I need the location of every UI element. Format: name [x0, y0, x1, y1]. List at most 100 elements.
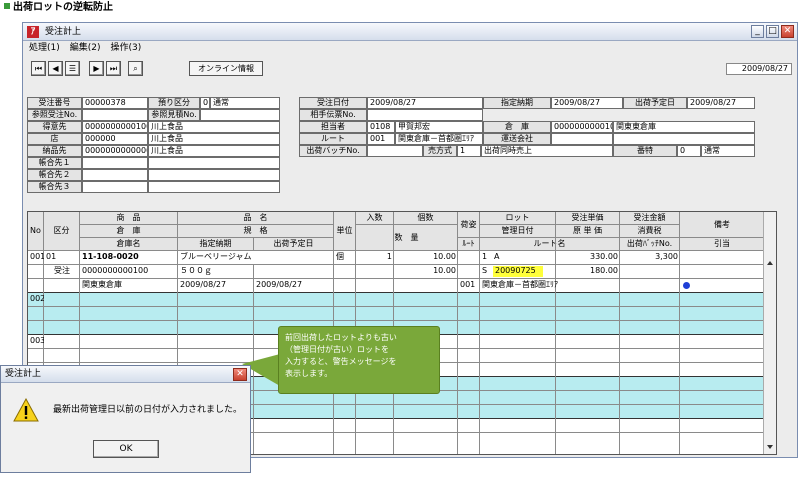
- carrier-label: 運送会社: [483, 133, 551, 145]
- warehouse-name-cell: 関東東倉庫: [82, 280, 122, 289]
- allocation-indicator-icon[interactable]: [683, 282, 690, 289]
- staff-name: 甲賀邦宏: [395, 121, 483, 133]
- irisu-cell[interactable]: 1: [356, 251, 394, 264]
- maximize-button[interactable]: □: [766, 25, 779, 38]
- batch-field[interactable]: [367, 145, 423, 157]
- customer-name: 川上食品: [148, 121, 280, 133]
- menu-bar: 処理(1) 編集(2) 操作(3): [23, 41, 797, 56]
- col-route-name: ルート名: [480, 238, 620, 251]
- unit-price-cell[interactable]: 330.00: [556, 251, 620, 264]
- product-code-cell[interactable]: 11-108-0020: [80, 251, 178, 264]
- delivery-label: 納品先: [27, 145, 82, 157]
- ledger2-name: [148, 169, 280, 181]
- menu-operation[interactable]: 操作(3): [111, 41, 142, 56]
- warehouse-label: 倉 庫: [483, 121, 551, 133]
- list-icon[interactable]: ☰: [65, 61, 80, 76]
- item-name-cell: ブルーベリージャム: [180, 252, 252, 261]
- last-icon[interactable]: ⏭: [106, 61, 121, 76]
- col-qty: 数 量: [356, 225, 458, 251]
- staff-code-field[interactable]: 0108: [367, 121, 395, 133]
- window-title: 受注計上: [45, 27, 82, 37]
- order-date-field[interactable]: 2009/08/27: [367, 97, 483, 109]
- scroll-up-icon[interactable]: [767, 261, 773, 265]
- app-icon: ｱ: [27, 26, 39, 38]
- spec-cell: ５００ｇ: [180, 266, 212, 275]
- order-date-label: 受注日付: [299, 97, 367, 109]
- route-name: 関東倉庫－首都圏ｴﾘｱ: [395, 133, 483, 145]
- special-code-field[interactable]: 0: [677, 145, 701, 157]
- search-icon[interactable]: ⌕: [128, 61, 143, 76]
- close-button[interactable]: ✕: [781, 25, 794, 38]
- order-no-field[interactable]: 00000378: [82, 97, 148, 109]
- ship-plan-cell[interactable]: 2009/08/27: [254, 279, 334, 292]
- qty-cell[interactable]: 10.00: [394, 265, 458, 278]
- col-ship-plan: 出荷予定日: [254, 238, 334, 251]
- ok-button[interactable]: OK: [93, 440, 159, 458]
- col-route-short: ﾙｰﾄ: [458, 238, 480, 251]
- partner-slip-label: 相手伝票No.: [299, 109, 367, 121]
- col-irisu: 入数: [356, 212, 394, 225]
- ref-order-field[interactable]: [82, 109, 148, 121]
- first-icon[interactable]: ⏮: [31, 61, 46, 76]
- ledger3-name: [148, 181, 280, 193]
- deposit-code-field[interactable]: 0: [200, 97, 210, 109]
- special-label: 番特: [613, 145, 677, 157]
- unit-cell: 個: [336, 252, 344, 261]
- scroll-down-icon[interactable]: [767, 445, 773, 449]
- minimize-button[interactable]: _: [751, 25, 764, 38]
- ledger1-code-field[interactable]: [82, 157, 148, 169]
- col-remarks: 備考: [680, 212, 765, 238]
- due-field[interactable]: 2009/08/27: [551, 97, 623, 109]
- col-kubun: 区分: [44, 212, 80, 251]
- ref-quote-field[interactable]: [200, 109, 280, 121]
- ledger1-label: 帳合先１: [27, 157, 82, 169]
- store-code-field[interactable]: 000000: [82, 133, 148, 145]
- customer-code-field[interactable]: 0000000000100: [82, 121, 148, 133]
- route-code-cell[interactable]: 001: [458, 279, 480, 292]
- ledger2-code-field[interactable]: [82, 169, 148, 181]
- special-name: 通常: [701, 145, 755, 157]
- kubun-code-cell[interactable]: 01: [44, 251, 80, 264]
- store-name: 川上食品: [148, 133, 280, 145]
- due-cell[interactable]: 2009/08/27: [178, 279, 254, 292]
- online-info-button[interactable]: オンライン情報: [189, 61, 263, 76]
- grid-vertical-scrollbar[interactable]: [763, 212, 776, 454]
- kosu-cell[interactable]: 10.00: [394, 251, 458, 264]
- next-icon[interactable]: ▶: [89, 61, 104, 76]
- ledger1-name: [148, 157, 280, 169]
- ship-plan-label: 出荷予定日: [623, 97, 687, 109]
- col-no: No: [28, 212, 44, 251]
- col-amount: 受注金額: [620, 212, 680, 225]
- sale-type-code-field[interactable]: 1: [457, 145, 481, 157]
- row-no: 002: [30, 294, 44, 303]
- ship-plan-field[interactable]: 2009/08/27: [687, 97, 755, 109]
- warehouse-code-field[interactable]: 0000000000100: [551, 121, 613, 133]
- explanation-callout: 前回出荷したロットよりも古い （管理日付が古い）ロットを 入力すると、警告メッセ…: [278, 326, 440, 394]
- col-spec: 規 格: [178, 225, 334, 238]
- row-no: 001: [30, 252, 44, 261]
- title-bar: ｱ 受注計上 _ □ ✕: [23, 23, 797, 41]
- route-label: ルート: [299, 133, 367, 145]
- ledger3-code-field[interactable]: [82, 181, 148, 193]
- warehouse-code-cell[interactable]: 0000000000100: [80, 265, 178, 278]
- delivery-name: 川上食品: [148, 145, 280, 157]
- carrier-code-field[interactable]: [551, 133, 613, 145]
- prev-icon[interactable]: ◀: [48, 61, 63, 76]
- row-no: 003: [30, 336, 44, 345]
- col-product: 商 品: [80, 212, 178, 225]
- menu-edit[interactable]: 編集(2): [70, 41, 101, 56]
- lot-code-cell[interactable]: 1: [480, 251, 492, 264]
- delivery-code-field[interactable]: 0000000000000: [82, 145, 148, 157]
- dialog-close-button[interactable]: ✕: [233, 368, 247, 381]
- menu-process[interactable]: 処理(1): [29, 41, 60, 56]
- lot-name-cell: A: [494, 252, 500, 261]
- route-code-field[interactable]: 001: [367, 133, 395, 145]
- col-batch: 出荷ﾊﾞｯﾁNo.: [620, 238, 680, 251]
- mgmt-date-cell[interactable]: 20090725: [493, 266, 543, 277]
- ref-quote-label: 参照見積No.: [148, 109, 200, 121]
- due-label: 指定納期: [483, 97, 551, 109]
- system-date: 2009/08/27: [726, 63, 792, 75]
- batch-label: 出荷バッチNo.: [299, 145, 367, 157]
- cost-price-cell[interactable]: 180.00: [556, 265, 620, 278]
- partner-slip-field[interactable]: [367, 109, 483, 121]
